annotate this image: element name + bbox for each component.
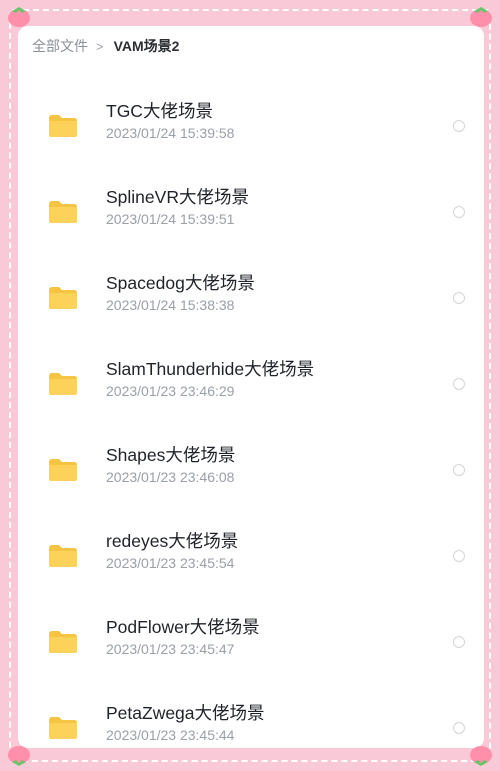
folder-icon [49,545,77,567]
file-name: TGC大佬场景 [106,101,213,121]
file-modified-time: 2023/01/23 23:45:44 [106,727,235,743]
select-radio[interactable] [453,636,465,648]
file-name: PetaZwega大佬场景 [106,703,265,723]
file-list-item[interactable]: PodFlower大佬场景 2023/01/23 23:45:47 [18,614,484,700]
file-name: SplineVR大佬场景 [106,187,249,207]
folder-icon [49,717,77,739]
folder-icon [49,459,77,481]
file-modified-time: 2023/01/23 23:45:47 [106,641,235,657]
select-radio[interactable] [453,292,465,304]
file-modified-time: 2023/01/23 23:45:54 [106,555,235,571]
select-radio[interactable] [453,464,465,476]
file-list: TGC大佬场景 2023/01/24 15:39:58 SplineVR大佬场景… [18,98,484,748]
strawberry-icon [470,7,492,27]
file-modified-time: 2023/01/24 15:39:51 [106,211,235,227]
file-name: Spacedog大佬场景 [106,273,255,293]
file-list-item[interactable]: PetaZwega大佬场景 2023/01/23 23:45:44 [18,700,484,748]
strawberry-icon [8,7,30,27]
select-radio[interactable] [453,722,465,734]
file-name: Shapes大佬场景 [106,445,236,465]
file-modified-time: 2023/01/24 15:39:58 [106,125,235,141]
select-radio[interactable] [453,206,465,218]
file-list-item[interactable]: Spacedog大佬场景 2023/01/24 15:38:38 [18,270,484,356]
select-radio[interactable] [453,120,465,132]
file-list-item[interactable]: Shapes大佬场景 2023/01/23 23:46:08 [18,442,484,528]
folder-icon [49,115,77,137]
file-modified-time: 2023/01/24 15:38:38 [106,297,235,313]
file-list-item[interactable]: SlamThunderhide大佬场景 2023/01/23 23:46:29 [18,356,484,442]
file-modified-time: 2023/01/23 23:46:08 [106,469,235,485]
breadcrumb: 全部文件 > VAM场景2 [32,36,179,56]
folder-icon [49,201,77,223]
file-name: SlamThunderhide大佬场景 [106,359,315,379]
folder-icon [49,631,77,653]
file-name: redeyes大佬场景 [106,531,239,551]
select-radio[interactable] [453,378,465,390]
file-list-item[interactable]: redeyes大佬场景 2023/01/23 23:45:54 [18,528,484,614]
folder-icon [49,373,77,395]
file-browser-panel: 全部文件 > VAM场景2 TGC大佬场景 2023/01/24 15:39:5… [18,26,484,748]
file-list-item[interactable]: TGC大佬场景 2023/01/24 15:39:58 [18,98,484,184]
strawberry-icon [8,746,30,766]
folder-icon [49,287,77,309]
breadcrumb-current: VAM场景2 [113,38,180,54]
file-name: PodFlower大佬场景 [106,617,260,637]
file-list-item[interactable]: SplineVR大佬场景 2023/01/24 15:39:51 [18,184,484,270]
file-modified-time: 2023/01/23 23:46:29 [106,383,235,399]
strawberry-icon [470,746,492,766]
breadcrumb-root-link[interactable]: 全部文件 [32,36,88,56]
select-radio[interactable] [453,550,465,562]
breadcrumb-separator: > [96,38,104,54]
